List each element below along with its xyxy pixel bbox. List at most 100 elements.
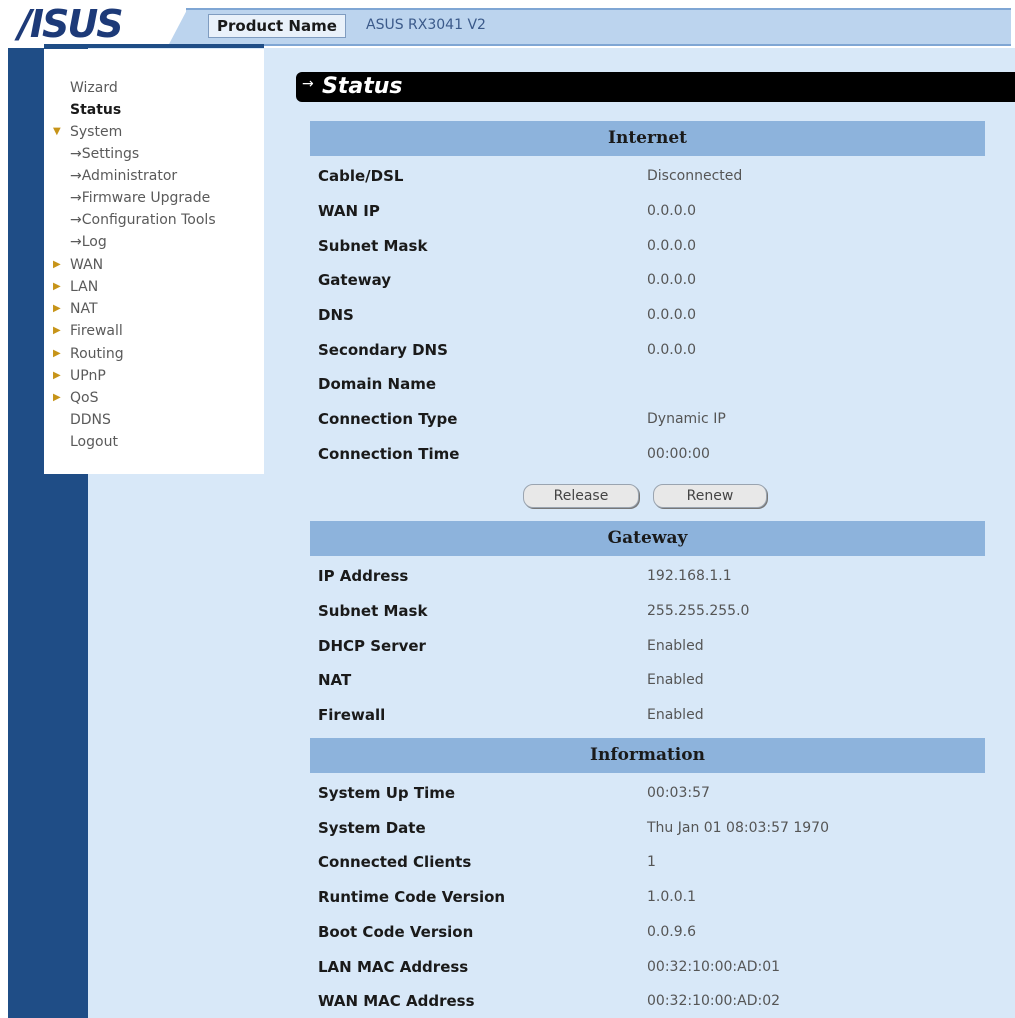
row-label: DHCP Server [318,637,426,655]
sidebar-menu: Wizard Status ▼ System →Settings →Adminis… [44,49,264,474]
header-slant [168,8,188,46]
row-value: 00:00:00 [647,446,710,462]
row-value: 00:03:57 [647,785,710,801]
expanded-triangle-icon: ▼ [53,126,61,137]
sidebar-item-label: QoS [70,390,99,406]
row-value: 00:32:10:00:AD:02 [647,993,781,1009]
status-row: DNS 0.0.0.0 [318,303,978,327]
renew-button[interactable]: Renew [653,484,767,508]
status-row: System Up Time 00:03:57 [318,781,978,805]
row-value: 00:32:10:00:AD:01 [647,959,781,975]
collapsed-triangle-icon: ▶ [53,370,61,381]
sidebar-item-label: UPnP [70,368,106,384]
row-label: LAN MAC Address [318,958,469,976]
status-row: Firewall Enabled [318,703,978,727]
row-label: Subnet Mask [318,602,428,620]
release-button[interactable]: Release [523,484,639,508]
sidebar-item-qos[interactable]: ▶ QoS [53,387,99,409]
row-value: 0.0.0.0 [647,272,696,288]
collapsed-triangle-icon: ▶ [53,281,61,292]
status-row: Subnet Mask 255.255.255.0 [318,599,978,623]
sidebar-item-firewall[interactable]: ▶ Firewall [53,320,123,342]
status-row: Connection Type Dynamic IP [318,407,978,431]
row-value: Disconnected [647,168,743,184]
arrow-right-icon: → [302,76,314,92]
row-value: 0.0.0.0 [647,307,696,323]
row-value: 1 [647,854,656,870]
row-value: Enabled [647,638,704,654]
sidebar-item-label: LAN [70,279,99,295]
sidebar-item-log[interactable]: →Log [70,231,107,253]
status-row: Subnet Mask 0.0.0.0 [318,234,978,258]
sidebar-item-routing[interactable]: ▶ Routing [53,343,124,365]
sidebar-item-settings[interactable]: →Settings [70,143,139,165]
collapsed-triangle-icon: ▶ [53,392,61,403]
row-value: Thu Jan 01 08:03:57 1970 [647,820,829,836]
row-value: 0.0.0.0 [647,203,696,219]
sidebar-item-label: →Firmware Upgrade [70,190,211,206]
sidebar-item-label: WAN [70,257,104,273]
page-title: Status [322,74,403,99]
sidebar-item-status[interactable]: Status [70,99,121,121]
row-label: Runtime Code Version [318,888,506,906]
product-name-label: Product Name [208,14,346,38]
status-row: Runtime Code Version 1.0.0.1 [318,885,978,909]
status-row: Gateway 0.0.0.0 [318,268,978,292]
section-header-information: Information [310,738,985,773]
sidebar-item-label: Status [70,102,122,118]
sidebar-item-lan[interactable]: ▶ LAN [53,276,99,298]
sidebar-item-label: →Settings [70,146,140,162]
row-value: 255.255.255.0 [647,603,750,619]
sidebar-item-label: Firewall [70,323,123,339]
row-label: NAT [318,671,352,689]
status-row: Domain Name [318,372,978,396]
sidebar-item-upnp[interactable]: ▶ UPnP [53,365,106,387]
sidebar-item-logout[interactable]: Logout [70,431,118,453]
sidebar-item-label: →Administrator [70,168,178,184]
sidebar-item-label: Wizard [70,80,118,96]
row-label: Firewall [318,706,386,724]
row-label: Connected Clients [318,853,472,871]
sidebar-item-label: System [70,124,123,140]
row-label: Gateway [318,271,392,289]
sidebar-item-firmware-upgrade[interactable]: →Firmware Upgrade [70,187,210,209]
status-row: WAN MAC Address 00:32:10:00:AD:02 [318,989,978,1013]
sidebar-item-label: Logout [70,434,118,450]
sidebar-item-administrator[interactable]: →Administrator [70,165,177,187]
status-row: Secondary DNS 0.0.0.0 [318,338,978,362]
status-row: Connection Time 00:00:00 [318,442,978,466]
collapsed-triangle-icon: ▶ [53,325,61,336]
product-name-value: ASUS RX3041 V2 [366,17,486,33]
status-row: Boot Code Version 0.0.9.6 [318,920,978,944]
sidebar-item-system[interactable]: ▼ System [53,121,123,143]
row-label: Cable/DSL [318,167,404,185]
sidebar-item-configuration-tools[interactable]: →Configuration Tools [70,209,216,231]
row-label: Connection Type [318,410,458,428]
row-label: DNS [318,306,354,324]
status-row: Cable/DSL Disconnected [318,164,978,188]
row-label: WAN MAC Address [318,992,475,1010]
page-title-bar: → Status [296,72,1015,102]
sidebar-item-label: Routing [70,346,124,362]
collapsed-triangle-icon: ▶ [53,303,61,314]
sidebar-item-nat[interactable]: ▶ NAT [53,298,98,320]
sidebar-item-wan[interactable]: ▶ WAN [53,254,104,276]
row-value: 1.0.0.1 [647,889,696,905]
sidebar-item-label: →Configuration Tools [70,212,216,228]
status-row: LAN MAC Address 00:32:10:00:AD:01 [318,955,978,979]
row-label: WAN IP [318,202,380,220]
sidebar-item-label: DDNS [70,412,111,428]
sidebar-item-ddns[interactable]: DDNS [70,409,111,431]
section-header-gateway: Gateway [310,521,985,556]
asus-logo: /ISUS [18,2,124,46]
sidebar-item-wizard[interactable]: Wizard [70,77,118,99]
sidebar-item-label: →Log [70,234,107,250]
row-label: Secondary DNS [318,341,448,359]
row-value: Enabled [647,672,704,688]
row-label: IP Address [318,567,409,585]
row-label: Subnet Mask [318,237,428,255]
row-value: 0.0.0.0 [647,342,696,358]
collapsed-triangle-icon: ▶ [53,348,61,359]
status-row: IP Address 192.168.1.1 [318,564,978,588]
status-row: NAT Enabled [318,668,978,692]
